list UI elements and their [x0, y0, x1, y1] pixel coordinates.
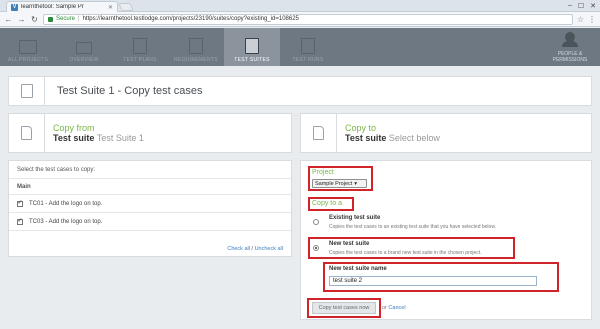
document-icon [21, 126, 32, 140]
test-case-instruction: Select the test cases to copy: [9, 161, 291, 179]
folder-icon [19, 40, 37, 54]
test-case-checkbox[interactable] [17, 217, 23, 225]
copy-to-kind: Test suite [345, 133, 387, 143]
existing-suite-desc: Copies the test cases to an existing tes… [329, 224, 497, 230]
forward-icon[interactable]: → [17, 15, 26, 24]
nav-label: TEST SUITES [234, 57, 270, 63]
test-plans-icon [133, 38, 147, 54]
project-select[interactable]: Sample Project ▾ [312, 179, 367, 188]
new-tab-button[interactable] [118, 3, 134, 11]
project-label: Project [312, 169, 334, 176]
test-case-group: Main [9, 179, 291, 195]
close-window-icon[interactable]: ✕ [590, 2, 596, 10]
nav-requirements[interactable]: REQUIREMENTS [168, 28, 224, 66]
existing-suite-title: Existing test suite [329, 215, 381, 221]
url-input[interactable]: Secure | https://learnthetool.testlodge.… [43, 13, 573, 25]
bookmark-star-icon[interactable]: ☆ [577, 15, 584, 24]
page-title: Test Suite 1 - Copy test cases [57, 85, 203, 97]
new-suite-desc: Copies the test cases to a brand new tes… [329, 250, 482, 256]
nav-label: ALL PROJECTS [7, 57, 49, 63]
or-text: or [382, 305, 387, 311]
nav-label: PERMISSIONS [552, 57, 588, 63]
copy-from-name: Test Suite 1 [96, 133, 144, 143]
copy-to-a-label: Copy to a [312, 200, 342, 207]
back-icon[interactable]: ← [4, 15, 13, 24]
window-controls: – ☐ ✕ [568, 2, 596, 10]
secure-label: Secure [56, 16, 76, 22]
copy-test-cases-button[interactable]: Copy test cases now [312, 302, 376, 314]
cancel-link[interactable]: Cancel [388, 305, 405, 311]
copy-to-name: Select below [388, 133, 440, 143]
test-case-list: Select the test cases to copy: Main TC01… [8, 160, 292, 257]
nav-overview[interactable]: OVERVIEW [56, 28, 112, 66]
test-case-label: TC01 - Add the logo on top. [29, 200, 103, 207]
clipboard-icon [245, 38, 259, 54]
existing-suite-radio[interactable] [313, 219, 319, 225]
check-divider: / [251, 246, 254, 252]
checkbox-icon [301, 38, 315, 54]
chevron-down-icon: ▾ [354, 180, 358, 187]
nav-label: TEST PLANS [123, 57, 157, 63]
copy-from-header: Copy from Test suite Test Suite 1 [8, 113, 292, 153]
browser-menu-icon[interactable]: ⋮ [588, 15, 596, 24]
lock-icon [48, 16, 53, 22]
tab-close-icon[interactable]: ✕ [108, 4, 113, 11]
copy-from-kind: Test suite [53, 133, 95, 143]
clipboard-icon [20, 84, 33, 98]
project-value: Sample Project [315, 180, 353, 187]
nav-label: OVERVIEW [69, 57, 99, 63]
app-nav: ALL PROJECTS OVERVIEW TEST PLANS REQUIRE… [0, 28, 600, 66]
person-icon [562, 32, 578, 47]
test-case-label: TC03 - Add the logo on top. [29, 218, 103, 225]
address-bar: ← → ↻ Secure | https://learnthetool.test… [0, 12, 600, 27]
document-icon [189, 38, 203, 54]
copy-to-form: Project Sample Project ▾ Copy to a Exist… [300, 160, 592, 320]
nav-test-runs[interactable]: TEST RUNS [280, 28, 336, 66]
uncheck-all-link[interactable]: Uncheck all [255, 246, 283, 252]
url-separator: | [78, 16, 80, 22]
copy-to-header: Copy to Test suite Select below [300, 113, 592, 153]
check-all-link[interactable]: Check all [227, 246, 250, 252]
suite-name-label: New test suite name [329, 266, 387, 272]
monitor-icon [76, 42, 92, 54]
nav-label: REQUIREMENTS [174, 57, 218, 63]
nav-test-plans[interactable]: TEST PLANS [112, 28, 168, 66]
tab-title: learnthetool: Sample Pr [21, 4, 84, 10]
browser-tab-bar: V learnthetool: Sample Pr ✕ – ☐ ✕ [0, 0, 600, 12]
favicon-icon: V [11, 3, 18, 11]
suite-name-input[interactable]: test suite 2 [329, 276, 537, 286]
new-suite-radio[interactable] [313, 245, 319, 251]
document-icon [313, 126, 324, 140]
copy-to-label: Copy to [345, 123, 377, 133]
minimize-icon[interactable]: – [568, 2, 572, 10]
suite-name-value: test suite 2 [333, 278, 363, 284]
nav-all-projects[interactable]: ALL PROJECTS [0, 28, 56, 66]
new-suite-title: New test suite [329, 241, 370, 247]
browser-tab[interactable]: V learnthetool: Sample Pr ✕ [6, 1, 118, 12]
check-all-controls: Check all / Uncheck all [227, 246, 283, 252]
nav-label: TEST RUNS [292, 57, 324, 63]
nav-people-permissions[interactable]: PEOPLE & PERMISSIONS [540, 28, 600, 66]
reload-icon[interactable]: ↻ [30, 15, 39, 24]
maximize-icon[interactable]: ☐ [578, 2, 584, 10]
copy-from-label: Copy from [53, 123, 95, 133]
or-cancel: or Cancel [382, 305, 406, 311]
url-text: https://learnthetool.testlodge.com/proje… [82, 16, 299, 22]
list-item[interactable]: TC03 - Add the logo on top. [9, 213, 291, 231]
list-item[interactable]: TC01 - Add the logo on top. [9, 195, 291, 213]
test-case-checkbox[interactable] [17, 199, 23, 207]
nav-test-suites[interactable]: TEST SUITES [224, 28, 280, 66]
page-title-panel: Test Suite 1 - Copy test cases [8, 76, 592, 106]
